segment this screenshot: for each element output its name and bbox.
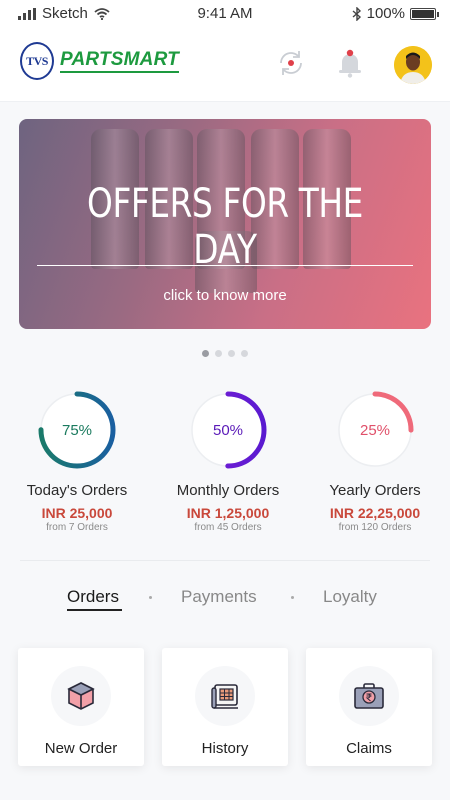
history-label: History — [201, 740, 249, 757]
todays-orders-progress-ring: 75% — [38, 391, 116, 469]
monthly-orders-amount: INR 1,25,000 — [186, 505, 270, 521]
stat-todays-orders[interactable]: 75% Today's Orders INR 25,000 from 7 Ord… — [2, 390, 152, 533]
battery-icon — [410, 7, 439, 20]
claims-label: Claims — [346, 740, 392, 757]
yearly-orders-amount: INR 22,25,000 — [329, 505, 421, 521]
monthly-orders-label: Monthly Orders — [176, 482, 280, 499]
offers-banner[interactable]: OFFERS FOR THE DAY click to know more — [19, 119, 431, 329]
tab-payments[interactable]: Payments — [181, 587, 257, 607]
monthly-orders-progress-ring: 50% — [189, 391, 267, 469]
section-divider — [20, 560, 430, 561]
history-card[interactable]: History — [162, 648, 288, 766]
partsmart-logo-text: PARTSMART — [60, 49, 179, 73]
tab-loyalty[interactable]: Loyalty — [323, 587, 377, 607]
history-icon — [211, 684, 238, 709]
stat-yearly-orders[interactable]: 25% Yearly Orders INR 22,25,000 from 120… — [300, 390, 450, 533]
stat-monthly-orders[interactable]: 50% Monthly Orders INR 1,25,000 from 45 … — [153, 390, 303, 533]
banner-title: OFFERS FOR THE DAY — [87, 181, 363, 273]
new-order-card[interactable]: New Order — [18, 648, 144, 766]
tab-separator-dot — [291, 596, 294, 599]
todays-orders-count: from 7 Orders — [46, 522, 108, 533]
status-bar: Sketch 9:41 AM 100% — [0, 0, 450, 30]
tab-separator-dot — [149, 596, 152, 599]
new-order-label: New Order — [44, 740, 118, 757]
todays-orders-percent: 75% — [62, 422, 92, 439]
user-avatar-icon — [394, 46, 432, 84]
carousel-dot-2[interactable] — [215, 350, 222, 357]
banner-divider — [37, 265, 413, 266]
claims-card[interactable]: Claims — [306, 648, 432, 766]
banner-link[interactable]: click to know more — [19, 287, 431, 304]
carousel-dot-1[interactable] — [202, 350, 209, 357]
briefcase-rupee-icon — [354, 683, 384, 709]
monthly-orders-count: from 45 Orders — [194, 522, 262, 533]
app-header: TVS PARTSMART — [0, 30, 450, 102]
carousel-dot-4[interactable] — [241, 350, 248, 357]
todays-orders-label: Today's Orders — [26, 482, 128, 499]
battery-percent: 100% — [366, 5, 405, 22]
monthly-orders-percent: 50% — [213, 422, 243, 439]
bell-icon[interactable] — [333, 46, 367, 80]
refresh-icon[interactable] — [274, 46, 308, 80]
carousel-dots — [0, 350, 450, 357]
active-tab-indicator — [67, 609, 122, 611]
box-icon — [67, 682, 95, 710]
tab-orders[interactable]: Orders — [67, 587, 119, 607]
yearly-orders-percent: 25% — [360, 422, 390, 439]
todays-orders-amount: INR 25,000 — [41, 505, 113, 521]
tvs-logo-mark: TVS — [20, 42, 54, 80]
avatar[interactable] — [394, 46, 432, 84]
yearly-orders-progress-ring: 25% — [336, 391, 414, 469]
bluetooth-icon — [352, 6, 361, 21]
yearly-orders-count: from 120 Orders — [338, 522, 412, 533]
carousel-dot-3[interactable] — [228, 350, 235, 357]
app-logo[interactable]: TVS PARTSMART — [20, 42, 179, 80]
yearly-orders-label: Yearly Orders — [329, 482, 421, 499]
